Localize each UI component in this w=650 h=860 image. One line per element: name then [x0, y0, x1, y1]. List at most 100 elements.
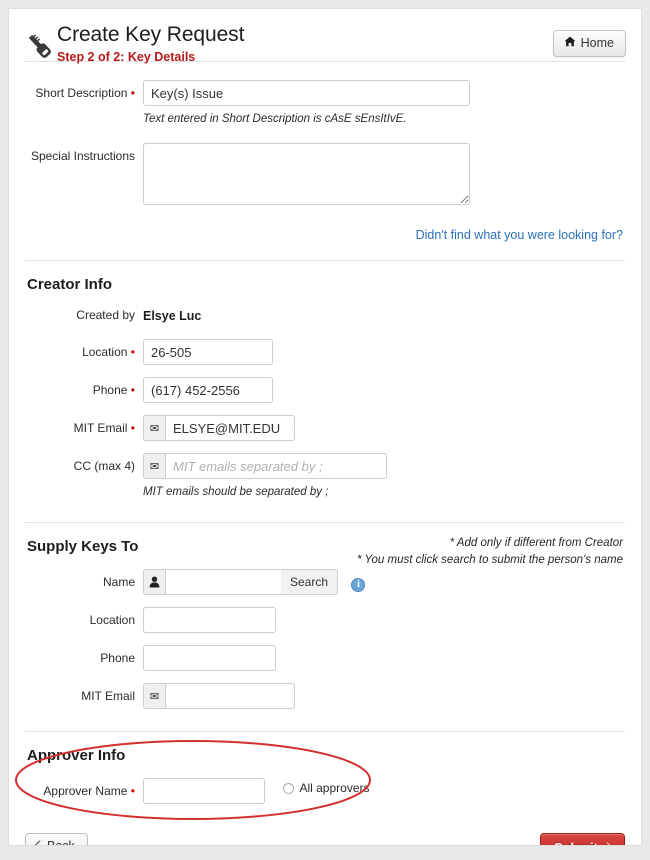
supply-location-control: [143, 607, 641, 633]
creator-info-section: Creator Info Created by Elsye Luc Locati…: [9, 261, 641, 522]
back-button[interactable]: Back: [25, 833, 88, 846]
creator-location-label: Location •: [9, 339, 143, 360]
supply-keys-to-head: Supply Keys To * Add only if different f…: [9, 537, 641, 566]
creator-email-group: ✉: [143, 415, 295, 441]
created-by-value: Elsye Luc: [143, 309, 202, 323]
home-button-label: Home: [580, 36, 614, 50]
chevron-right-icon: [605, 840, 612, 845]
page-header: Create Key Request Step 2 of 2: Key Deta…: [9, 9, 641, 64]
supply-note-2: * You must click search to submit the pe…: [357, 554, 623, 566]
creator-phone-control: [143, 377, 641, 403]
required-marker: •: [130, 86, 135, 100]
creator-cc-label: CC (max 4): [73, 459, 135, 473]
page-footer: Back Submit: [9, 820, 641, 846]
home-icon: [564, 36, 576, 50]
supply-phone-control: [143, 645, 641, 671]
special-instructions-control: [143, 143, 641, 210]
request-details-section: Short Description • Text entered in Shor…: [9, 62, 641, 260]
supply-phone-label: Phone: [100, 651, 135, 665]
short-description-label: Short Description •: [9, 80, 143, 101]
short-description-input[interactable]: [143, 80, 470, 106]
required-marker: •: [130, 345, 135, 359]
creator-email-row: MIT Email • ✉: [9, 415, 641, 441]
supply-email-row: MIT Email ✉: [9, 683, 641, 709]
radio-dot-icon: [283, 782, 295, 794]
short-description-label-text: Short Description: [35, 86, 128, 100]
submit-button[interactable]: Submit: [539, 833, 625, 845]
required-marker: •: [130, 383, 135, 397]
creator-info-title: Creator Info: [27, 276, 113, 293]
all-approvers-label: All approvers: [299, 781, 370, 795]
back-button-label: Back: [47, 839, 75, 846]
approver-name-input[interactable]: [143, 778, 265, 804]
envelope-icon: ✉: [143, 683, 165, 709]
creator-cc-row: CC (max 4) ✉ MIT emails should be separa…: [9, 453, 641, 500]
supply-name-control: Search i: [143, 569, 641, 595]
submit-button-label: Submit: [554, 840, 598, 845]
creator-location-label-text: Location: [82, 345, 128, 359]
supply-email-input[interactable]: [165, 683, 295, 709]
approver-info-head: Approver Info: [9, 746, 641, 766]
supply-email-control: ✉: [143, 683, 641, 709]
approver-info-section: Approver Info Approver Name • All approv…: [9, 732, 641, 820]
envelope-icon: ✉: [143, 415, 165, 441]
didnt-find-link[interactable]: Didn't find what you were looking for?: [416, 228, 623, 242]
special-instructions-label: Special Instructions: [30, 149, 135, 163]
required-marker: •: [130, 421, 135, 435]
special-instructions-row: Special Instructions: [9, 143, 641, 210]
supply-keys-to-notes: * Add only if different from Creator * Y…: [357, 535, 623, 569]
approver-name-label-text: Approver Name: [43, 784, 128, 798]
supply-name-input[interactable]: [165, 569, 281, 595]
creator-email-control: ✉: [143, 415, 641, 441]
supply-name-search-button[interactable]: Search: [281, 569, 339, 595]
creator-phone-input[interactable]: [143, 377, 273, 403]
supply-email-label: MIT Email: [81, 689, 135, 703]
home-button[interactable]: Home: [552, 30, 626, 57]
creator-cc-control: ✉ MIT emails should be separated by ;: [143, 453, 641, 500]
created-by-label: Created by: [76, 308, 135, 322]
envelope-icon: ✉: [143, 453, 165, 479]
creator-cc-input[interactable]: [165, 453, 387, 479]
creator-email-label-text: MIT Email: [73, 421, 128, 435]
supply-location-input[interactable]: [143, 607, 276, 633]
info-icon[interactable]: i: [351, 578, 366, 592]
creator-location-input[interactable]: [143, 339, 273, 365]
help-link-row: Didn't find what you were looking for?: [9, 226, 641, 244]
short-description-hint: Text entered in Short Description is cAs…: [143, 113, 407, 125]
short-description-row: Short Description • Text entered in Shor…: [9, 80, 641, 127]
creator-cc-group: ✉: [143, 453, 387, 479]
creator-phone-label: Phone •: [9, 377, 143, 398]
all-approvers-radio[interactable]: All approvers: [283, 781, 369, 795]
supply-location-row: Location: [9, 607, 641, 633]
created-by-row: Created by Elsye Luc: [9, 307, 641, 325]
supply-phone-row: Phone: [9, 645, 641, 671]
supply-email-group: ✉: [143, 683, 295, 709]
supply-name-row: Name Search i: [9, 569, 641, 595]
short-description-control: Text entered in Short Description is cAs…: [143, 80, 641, 127]
creator-info-head: Creator Info: [9, 275, 641, 295]
creator-location-control: [143, 339, 641, 365]
key-request-page: Create Key Request Step 2 of 2: Key Deta…: [8, 8, 642, 846]
supply-keys-to-section: Supply Keys To * Add only if different f…: [9, 523, 641, 731]
creator-phone-row: Phone •: [9, 377, 641, 403]
approver-name-label: Approver Name •: [9, 778, 143, 799]
supply-phone-input[interactable]: [143, 645, 276, 671]
creator-email-input[interactable]: [165, 415, 295, 441]
supply-location-label: Location: [89, 613, 135, 627]
creator-phone-label-text: Phone: [92, 383, 128, 397]
supply-name-group: Search: [143, 569, 339, 595]
required-marker: •: [130, 784, 135, 798]
supply-name-label: Name: [102, 575, 135, 589]
chevron-left-icon: [35, 839, 42, 845]
created-by-control: Elsye Luc: [143, 307, 641, 325]
approver-name-row: Approver Name • All approvers: [9, 778, 641, 804]
person-icon: [143, 569, 165, 595]
special-instructions-textarea[interactable]: [143, 143, 470, 205]
approver-info-title: Approver Info: [27, 747, 126, 764]
key-icon: [23, 29, 57, 63]
approver-name-control: All approvers: [143, 778, 641, 804]
supply-note-1: * Add only if different from Creator: [449, 537, 623, 549]
creator-cc-hint: MIT emails should be separated by ;: [143, 486, 329, 498]
creator-email-label: MIT Email •: [9, 415, 143, 436]
creator-location-row: Location •: [9, 339, 641, 365]
